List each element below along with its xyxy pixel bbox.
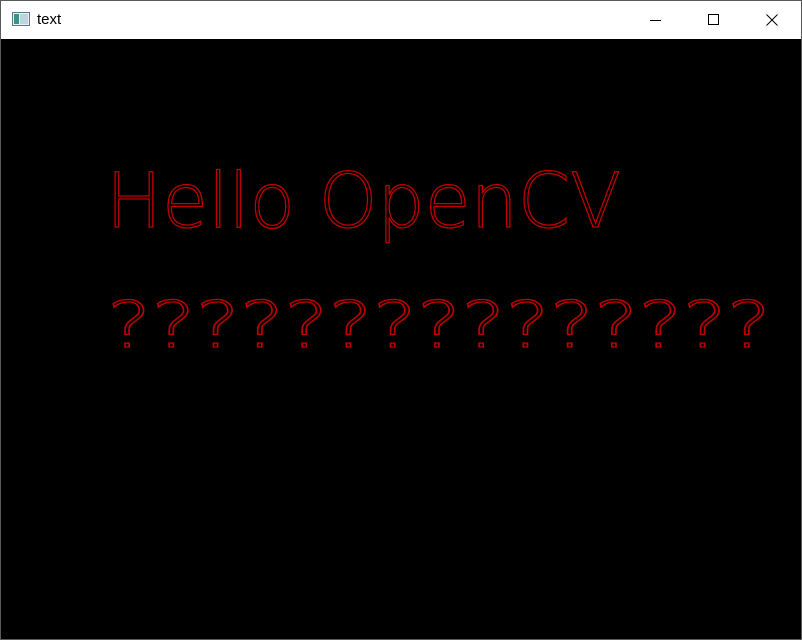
canvas-drawing: Hello OpenCV ??????????????? xyxy=(105,155,771,363)
question-marks-text: ??????????????? xyxy=(107,289,771,363)
maximize-button[interactable] xyxy=(685,1,743,39)
maximize-icon xyxy=(708,14,719,25)
title-bar[interactable]: text xyxy=(1,1,801,39)
minimize-button[interactable] xyxy=(627,1,685,39)
close-button[interactable] xyxy=(743,1,801,39)
close-icon xyxy=(766,14,778,26)
minimize-icon xyxy=(650,20,661,21)
opencv-window-icon xyxy=(12,12,30,26)
hello-opencv-text: Hello OpenCV xyxy=(106,156,621,245)
opencv-window: text Hello OpenCV ??????????????? xyxy=(0,0,802,640)
image-canvas: Hello OpenCV ??????????????? xyxy=(1,39,801,639)
window-title: text xyxy=(37,11,62,28)
